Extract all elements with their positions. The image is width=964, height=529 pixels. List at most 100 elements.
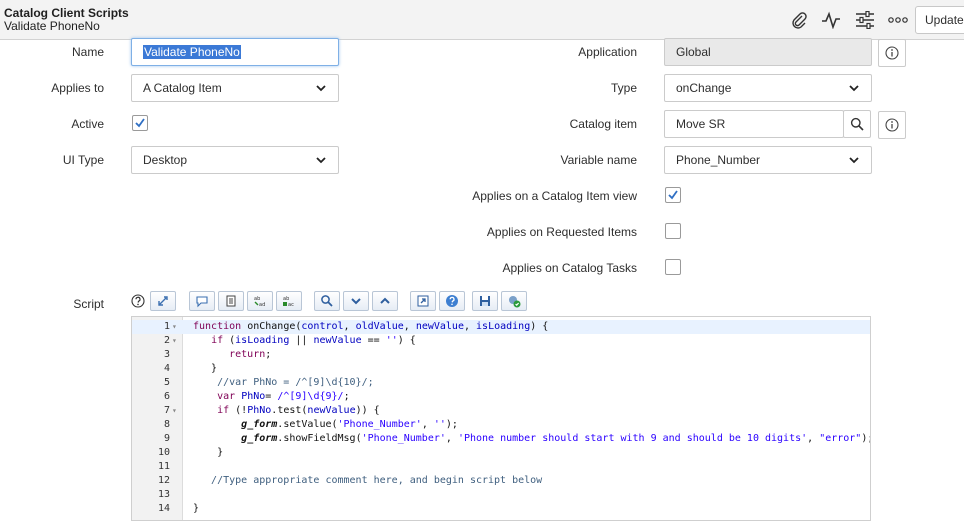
catalog-item-value: Move SR (676, 117, 726, 131)
replace-all-icon: abac (283, 296, 294, 308)
code-line[interactable]: 4 } (132, 362, 870, 376)
debug-icon (509, 296, 521, 308)
code-line[interactable]: 8 g_form.setValue('Phone_Number', ''); (132, 418, 870, 432)
catalog-item-label: Catalog item (569, 117, 637, 131)
code-line[interactable]: 12 //Type appropriate comment here, and … (132, 474, 870, 488)
applies-to-select[interactable]: A Catalog Item (131, 74, 339, 102)
question-icon (446, 295, 458, 307)
catalog-item-info-button[interactable] (878, 111, 906, 139)
ui-type-label: UI Type (62, 153, 104, 167)
editor-toolbar-format (150, 291, 179, 311)
fold-toggle-icon[interactable]: ▾ (172, 320, 177, 334)
info-icon (885, 46, 899, 60)
paperclip-icon[interactable] (789, 10, 809, 30)
line-number: 4 (163, 363, 170, 374)
line-number: 8 (163, 419, 170, 430)
save-icon (480, 296, 490, 306)
sliders-icon[interactable] (855, 10, 875, 30)
format-code-button[interactable] (150, 291, 176, 311)
code-line[interactable]: 6 var PhNo= /^[9]\d{9}/; (132, 390, 870, 404)
applies-catalog-tasks-checkbox[interactable] (665, 259, 681, 275)
code-text: //var PhNo = /^[9]\d{10}/; (193, 377, 374, 388)
fold-toggle-icon[interactable]: ▾ (172, 334, 177, 348)
save-script-button[interactable] (472, 291, 498, 311)
application-info-button[interactable] (878, 39, 906, 67)
editor-toolbar-search (314, 291, 401, 311)
format-code-icon (158, 296, 168, 306)
code-line[interactable]: 2 ▾ if (isLoading || newValue == '') { (132, 334, 870, 348)
application-label: Application (578, 45, 637, 59)
fullscreen-button[interactable] (410, 291, 436, 311)
line-number: 13 (157, 489, 170, 500)
script-editor[interactable]: 1 ▾ function onChange(control, oldValue, n… (131, 316, 871, 521)
applies-catalog-item-view-label: Applies on a Catalog Item view (472, 189, 637, 203)
more-icon[interactable] (888, 10, 908, 30)
variable-name-select[interactable]: Phone_Number (664, 146, 872, 174)
editor-toolbar-edit: ab ad ab ac (189, 291, 305, 311)
ui-type-select[interactable]: Desktop (131, 146, 339, 174)
checkmark-icon (135, 118, 145, 128)
code-text: function onChange(control, oldValue, new… (193, 321, 549, 332)
name-input[interactable]: Validate PhoneNo (131, 38, 339, 66)
code-line[interactable]: 7 ▾ if (!PhNo.test(newValue)) { (132, 404, 870, 418)
name-label: Name (71, 45, 104, 59)
application-value: Global (676, 45, 711, 59)
applies-catalog-item-view-checkbox[interactable] (665, 187, 681, 203)
code-text: } (193, 447, 224, 458)
variable-name-value: Phone_Number (676, 153, 761, 167)
line-number: 5 (163, 377, 170, 388)
code-line[interactable]: 3 return; (132, 348, 870, 362)
update-button[interactable]: Update (915, 6, 964, 34)
code-text: if (isLoading || newValue == '') { (211, 335, 416, 346)
table-title: Catalog Client Scripts (4, 6, 129, 20)
toggle-comment-button[interactable] (189, 291, 215, 311)
code-line[interactable]: 9 g_form.showFieldMsg('Phone_Number', 'P… (132, 432, 870, 446)
code-text: var PhNo= /^[9]\d{9}/; (217, 391, 350, 402)
chevron-down-icon (849, 157, 859, 164)
code-line[interactable]: 11 (132, 460, 870, 474)
code-line[interactable]: 5 //var PhNo = /^[9]\d{10}/; (132, 376, 870, 390)
replace-next-button[interactable]: ab ad (247, 291, 273, 311)
replace-button[interactable] (218, 291, 244, 311)
code-text: if (!PhNo.test(newValue)) { (217, 405, 380, 416)
ui-type-value: Desktop (143, 153, 188, 167)
applies-requested-items-checkbox[interactable] (665, 223, 681, 239)
script-debugger-button[interactable] (501, 291, 527, 311)
type-label: Type (610, 81, 637, 95)
active-checkbox[interactable] (132, 115, 148, 131)
code-line[interactable]: 14} (132, 502, 870, 516)
type-select[interactable]: onChange (664, 74, 872, 102)
activity-icon[interactable] (821, 10, 841, 30)
line-number: 1 (163, 321, 170, 332)
search-icon (850, 117, 864, 131)
document-icon (226, 295, 236, 307)
svg-text:ac: ac (288, 302, 294, 308)
chevron-down-icon (316, 157, 326, 164)
catalog-item-lookup-button[interactable] (843, 110, 871, 138)
line-number: 9 (163, 433, 170, 444)
line-number: 11 (157, 461, 170, 472)
find-next-button[interactable] (343, 291, 369, 311)
fold-toggle-icon[interactable]: ▾ (172, 404, 177, 418)
line-number: 12 (157, 475, 170, 486)
line-number: 2 (163, 335, 170, 346)
find-previous-button[interactable] (372, 291, 398, 311)
code-text: } (193, 503, 200, 514)
replace-all-button[interactable]: ab ac (276, 291, 302, 311)
catalog-item-input[interactable]: Move SR (664, 110, 844, 138)
checkmark-icon (668, 190, 678, 200)
replace-icon: abad (254, 296, 265, 308)
code-line[interactable]: 13 (132, 488, 870, 502)
code-line[interactable]: 1 ▾ function onChange(control, oldValue, n… (132, 320, 870, 334)
find-button[interactable] (314, 291, 340, 311)
code-line[interactable]: 10 } (132, 446, 870, 460)
form-header: Catalog Client Scripts Validate PhoneNo … (0, 0, 964, 40)
help-icon[interactable] (131, 294, 145, 308)
chevron-down-icon (351, 298, 361, 305)
type-value: onChange (676, 81, 732, 95)
chevron-down-icon (316, 85, 326, 92)
info-icon (885, 118, 899, 132)
editor-help-button[interactable] (439, 291, 465, 311)
line-number: 3 (163, 349, 170, 360)
code-text: return; (229, 349, 272, 360)
